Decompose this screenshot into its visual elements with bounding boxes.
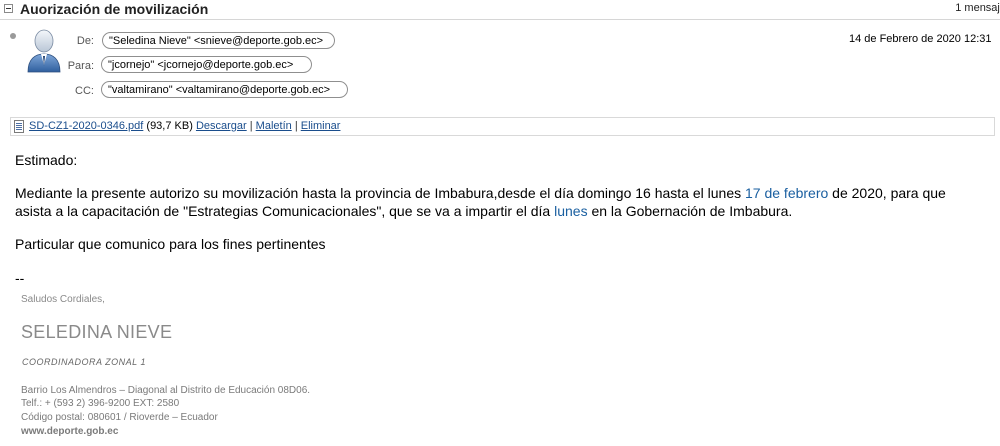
message-date: 14 de Febrero de 2020 12:31 — [849, 33, 992, 45]
body-text-segment: asista a la capacitación de "Estrategias… — [15, 203, 555, 219]
cc-address-pill[interactable]: "valtamirano" <valtamirano@deporte.gob.e… — [101, 81, 348, 98]
body-closing: Particular que comunico para los fines p… — [15, 236, 326, 252]
date-link[interactable]: 17 de febrero — [745, 185, 828, 201]
signature-phone: Telf.: + (593 2) 396-9200 EXT: 2580 — [21, 398, 180, 409]
briefcase-link[interactable]: Maletín — [256, 120, 292, 132]
message-count: 1 mensaje — [955, 2, 1000, 14]
signature-separator: -- — [15, 270, 25, 286]
attachment-row: SD-CZ1-2020-0346.pdf (93,7 KB) Descargar… — [29, 118, 340, 135]
pdf-file-icon — [14, 120, 24, 133]
signature-website[interactable]: www.deporte.gob.ec — [21, 426, 118, 437]
message-subject: Auorización de movilización — [20, 1, 209, 17]
body-paragraph-line-2: asista a la capacitación de "Estrategias… — [15, 202, 792, 220]
from-address-pill[interactable]: "Seledina Nieve" <snieve@deporte.gob.ec> — [102, 32, 335, 49]
separator: | — [294, 120, 298, 132]
delete-link[interactable]: Eliminar — [301, 120, 341, 132]
body-text-segment: en la Gobernación de Imbabura. — [587, 203, 793, 219]
cc-label: CC: — [75, 85, 94, 97]
to-label: Para: — [67, 60, 94, 72]
signature-name: SELEDINA NIEVE — [21, 322, 173, 342]
signature-greeting: Saludos Cordiales, — [21, 294, 105, 305]
signature-address: Barrio Los Almendros – Diagonal al Distr… — [21, 385, 311, 396]
collapse-toggle-icon[interactable] — [4, 4, 13, 13]
from-label: De: — [76, 35, 94, 47]
unread-dot-icon — [10, 33, 16, 39]
day-link[interactable]: lunes — [554, 203, 587, 219]
download-link[interactable]: Descargar — [196, 120, 247, 132]
message-header-bar: Auorización de movilización 1 mensaje — [0, 0, 1000, 20]
body-text-segment: de 2020, para que — [828, 185, 946, 201]
attachment-size: (93,7 KB) — [146, 120, 193, 132]
signature-role: COORDINADORA ZONAL 1 — [22, 357, 147, 367]
signature-postal: Código postal: 080601 / Rioverde – Ecuad… — [21, 412, 218, 423]
body-paragraph-line-1: Mediante la presente autorizo su moviliz… — [15, 184, 946, 202]
separator: | — [249, 120, 253, 132]
body-greeting: Estimado: — [15, 152, 78, 168]
attachment-bar: SD-CZ1-2020-0346.pdf (93,7 KB) Descargar… — [10, 117, 995, 136]
attachment-filename-link[interactable]: SD-CZ1-2020-0346.pdf — [29, 120, 143, 132]
to-address-pill[interactable]: "jcornejo" <jcornejo@deporte.gob.ec> — [101, 56, 312, 73]
body-text-segment: Mediante la presente autorizo su moviliz… — [15, 185, 745, 201]
